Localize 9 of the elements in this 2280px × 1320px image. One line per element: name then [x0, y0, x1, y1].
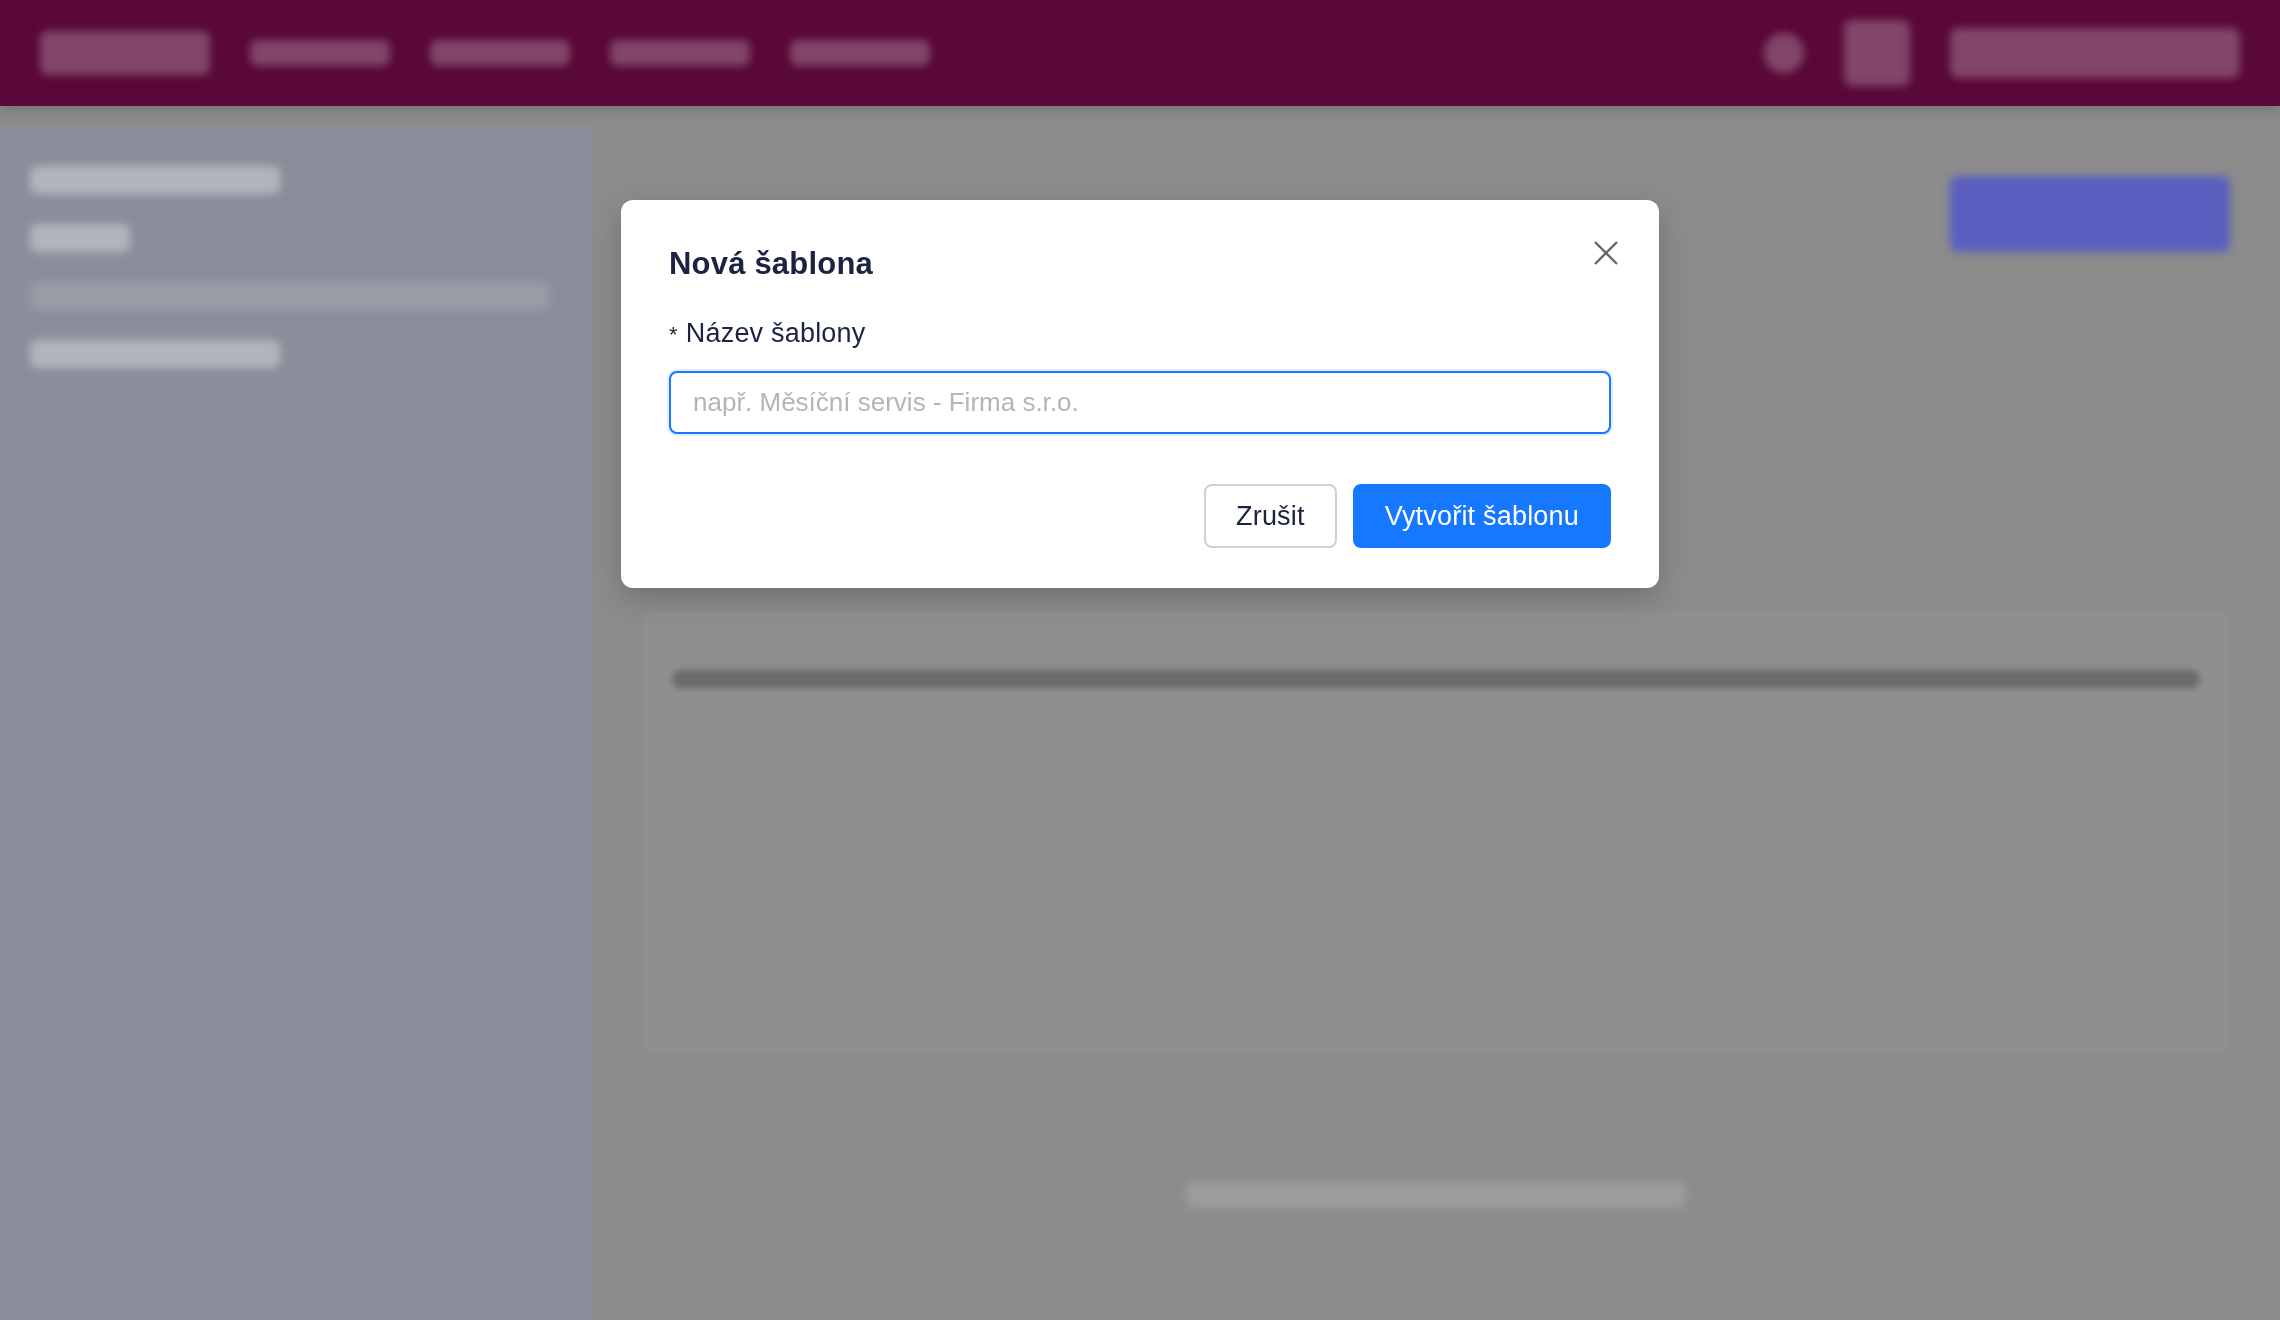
- field-label: Název šablony: [685, 318, 866, 349]
- cancel-button[interactable]: Zrušit: [1204, 484, 1337, 548]
- blurred-icon: [1764, 33, 1804, 73]
- create-button[interactable]: Vytvořit šablonu: [1352, 484, 1611, 548]
- avatar-placeholder: [1844, 20, 1910, 86]
- dialog-title: Nová šablona: [669, 246, 873, 282]
- input-field[interactable]: např. Měsíční servis - Firma s.r.o.: [669, 371, 1611, 434]
- required-mark: *: [669, 322, 678, 348]
- close-icon[interactable]: [1593, 240, 1619, 266]
